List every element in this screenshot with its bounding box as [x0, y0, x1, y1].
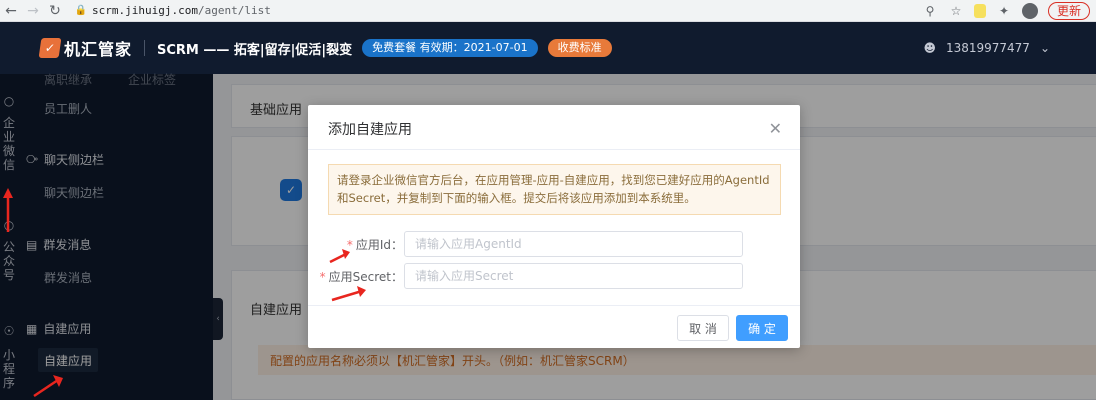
reload-icon[interactable]: ↻: [44, 0, 66, 22]
update-button[interactable]: 更新: [1047, 1, 1090, 20]
browser-toolbar: ← → ↻ 🔒 scrm.jihuigj.com/agent/list ⚲ ☆ …: [0, 0, 1096, 22]
profile-icon[interactable]: [1021, 2, 1038, 19]
confirm-button[interactable]: 确 定: [736, 315, 788, 341]
user-menu[interactable]: ☻ 13819977477 ⌄: [923, 41, 1050, 55]
back-icon[interactable]: ←: [0, 0, 22, 22]
address-bar[interactable]: 🔒 scrm.jihuigj.com/agent/list: [74, 1, 922, 21]
cancel-button[interactable]: 取 消: [677, 315, 729, 341]
dialog-title: 添加自建应用: [328, 122, 412, 138]
close-icon[interactable]: ✕: [769, 119, 782, 138]
dialog-notice: 请登录企业微信官方后台，在应用管理-应用-自建应用，找到您已建好应用的Agent…: [328, 164, 781, 215]
dialog-divider: [308, 149, 800, 150]
logo-text: 机汇管家: [64, 40, 133, 59]
dialog-footer-divider: [308, 305, 800, 306]
forward-icon[interactable]: →: [22, 0, 44, 22]
agentid-input[interactable]: [404, 231, 743, 257]
secret-label: * 应用Secret：: [319, 270, 403, 284]
user-phone: 13819977477: [945, 41, 1030, 55]
product-tagline: SCRM —— 拓客|留存|促活|裂变: [157, 42, 353, 58]
secret-input[interactable]: [404, 263, 743, 289]
puzzle-icon[interactable]: ✦: [996, 3, 1012, 19]
app-header: ✓ 机汇管家 SCRM —— 拓客|留存|促活|裂变 免费套餐 有效期：2021…: [0, 22, 1096, 74]
url-text: scrm.jihuigj.com/agent/list: [92, 4, 271, 17]
chevron-down-icon: ⌄: [1039, 41, 1050, 55]
key-icon[interactable]: ⚲: [922, 3, 938, 19]
header-divider: [144, 40, 146, 56]
logo-icon: ✓: [38, 38, 62, 58]
user-icon: ☻: [923, 41, 936, 55]
logo[interactable]: ✓ 机汇管家: [38, 36, 133, 60]
star-icon[interactable]: ☆: [948, 3, 964, 19]
lock-icon: 🔒: [74, 5, 88, 16]
pricing-button[interactable]: 收费标准: [547, 39, 612, 57]
add-custom-app-dialog: 添加自建应用 ✕ 请登录企业微信官方后台，在应用管理-应用-自建应用，找到您已建…: [308, 105, 800, 348]
plan-badge: 免费套餐 有效期：2021-07-01: [362, 39, 538, 57]
extension-icon[interactable]: [973, 3, 986, 18]
agentid-label: * 应用Id：: [346, 238, 403, 252]
agentid-row: * 应用Id：: [308, 231, 800, 259]
secret-row: * 应用Secret：: [308, 263, 800, 291]
